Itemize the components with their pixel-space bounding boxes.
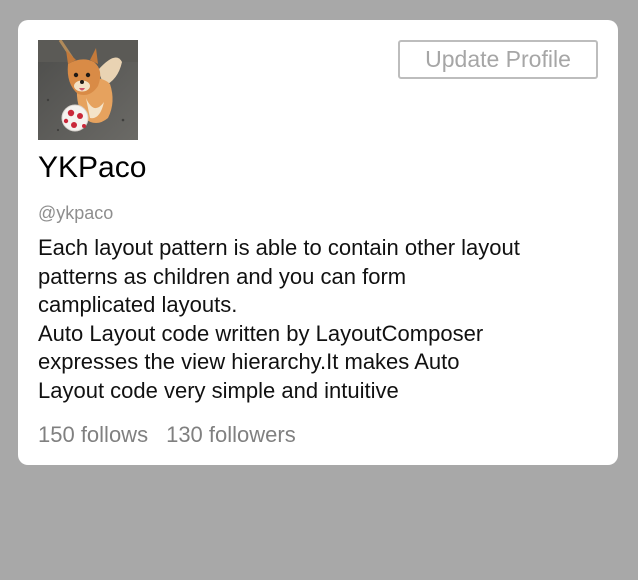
followers-count: 130 followers [166, 422, 296, 447]
avatar [38, 40, 138, 140]
profile-card: Update Profile YKPaco @ykpaco Each layou… [18, 20, 618, 465]
profile-stats: 150 follows 130 followers [38, 422, 296, 448]
update-profile-button[interactable]: Update Profile [398, 40, 598, 79]
profile-handle: @ykpaco [38, 203, 114, 223]
bio-line: expresses the view hierarchy.It makes Au… [38, 349, 460, 374]
follows-count: 150 follows [38, 422, 149, 447]
bio-line: Each layout pattern is able to contain o… [38, 235, 520, 260]
profile-name: YKPaco [38, 151, 147, 184]
bio-line: Auto Layout code written by LayoutCompos… [38, 320, 484, 346]
bio-line: Layout code very simple and intuitive [38, 377, 399, 403]
profile-bio: Each layout pattern is able to contain o… [38, 234, 608, 405]
dog-with-ball-photo-icon [38, 40, 138, 140]
bio-line: patterns as children and you can form [38, 263, 407, 289]
bio-line: camplicated layouts. [38, 292, 238, 317]
